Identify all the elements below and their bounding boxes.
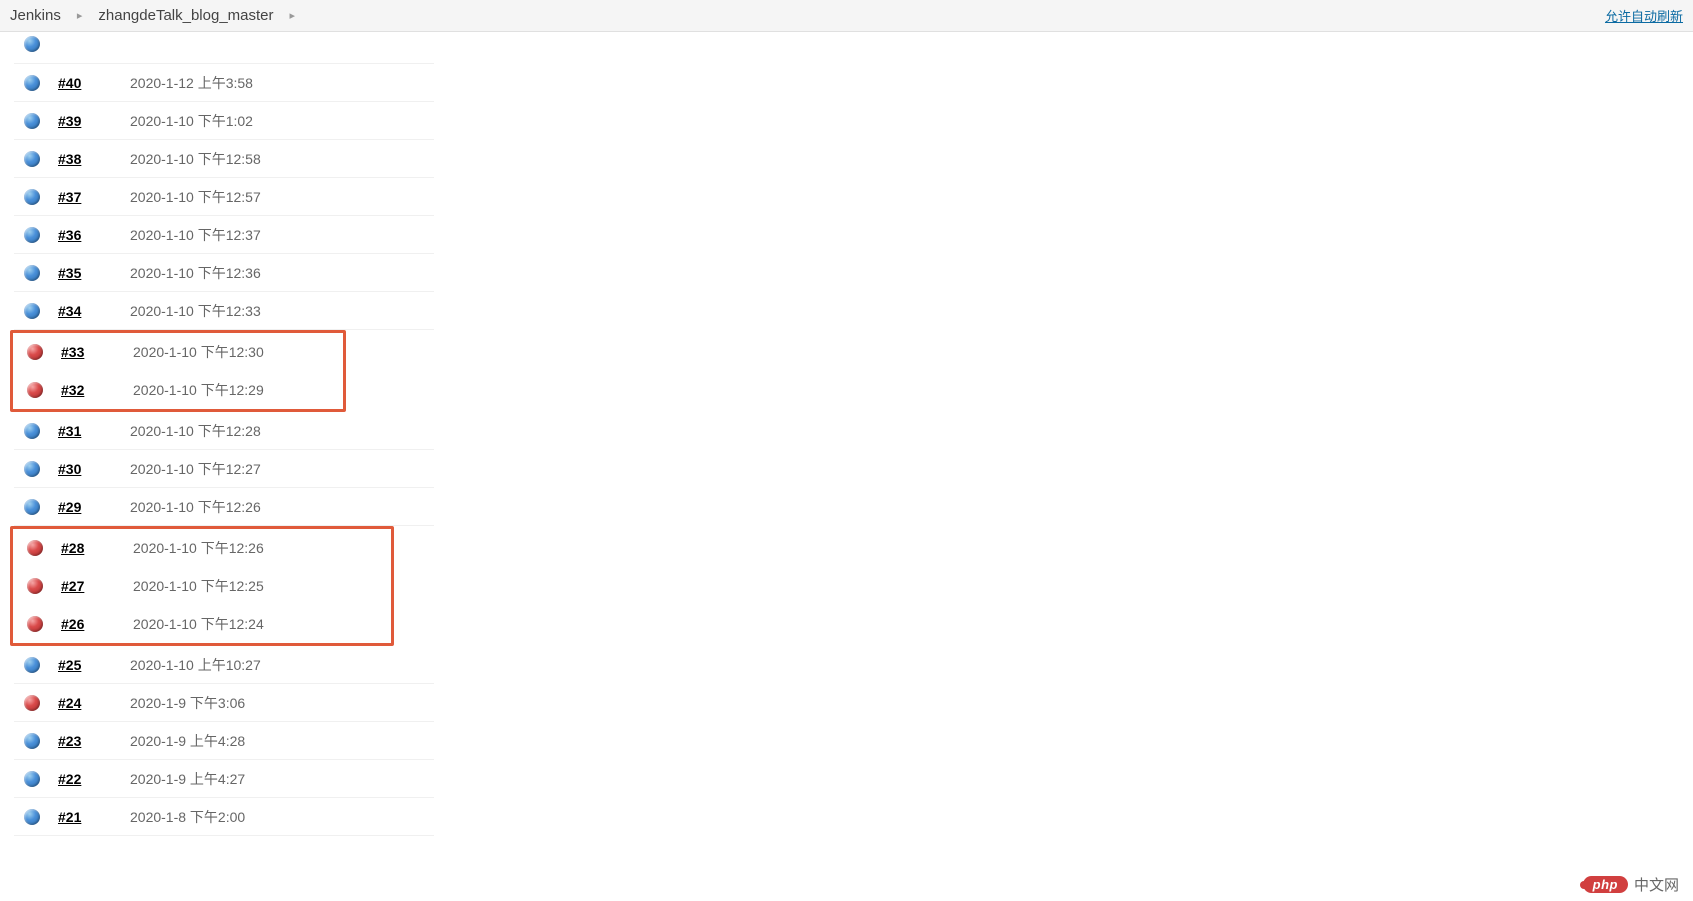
build-number-link[interactable]: #37 bbox=[58, 189, 120, 205]
build-row[interactable]: #22 2020-1-9 上午4:27 bbox=[14, 760, 434, 798]
build-number-link[interactable]: #24 bbox=[58, 695, 120, 711]
build-row[interactable]: #39 2020-1-10 下午1:02 bbox=[14, 102, 434, 140]
build-timestamp: 2020-1-10 上午10:27 bbox=[130, 655, 261, 675]
build-number-link[interactable]: #26 bbox=[61, 616, 123, 632]
status-ball-icon bbox=[24, 151, 40, 167]
status-ball-icon bbox=[24, 809, 40, 825]
build-row[interactable]: #36 2020-1-10 下午12:37 bbox=[14, 216, 434, 254]
watermark-text: 中文网 bbox=[1634, 874, 1679, 895]
build-timestamp: 2020-1-8 下午2:00 bbox=[130, 807, 245, 827]
build-number-link[interactable]: #27 bbox=[61, 578, 123, 594]
breadcrumb-root[interactable]: Jenkins bbox=[10, 7, 61, 24]
build-number-link[interactable]: #22 bbox=[58, 771, 120, 787]
status-ball-icon bbox=[24, 695, 40, 711]
build-timestamp: 2020-1-10 下午12:29 bbox=[133, 380, 264, 400]
build-number-link[interactable]: #28 bbox=[61, 540, 123, 556]
highlight-annotation: #33 2020-1-10 下午12:30 #32 2020-1-10 下午12… bbox=[10, 330, 346, 412]
build-number-link[interactable]: #21 bbox=[58, 809, 120, 825]
build-timestamp: 2020-1-10 下午12:33 bbox=[130, 301, 261, 321]
status-ball-icon bbox=[27, 616, 43, 632]
build-number-link[interactable]: #25 bbox=[58, 657, 120, 673]
breadcrumb: Jenkins ▸ zhangdeTalk_blog_master ▸ bbox=[10, 7, 295, 24]
status-ball-icon bbox=[24, 189, 40, 205]
build-timestamp: 2020-1-10 下午12:36 bbox=[130, 263, 261, 283]
build-timestamp: 2020-1-12 上午3:58 bbox=[130, 73, 253, 93]
build-row[interactable]: #30 2020-1-10 下午12:27 bbox=[14, 450, 434, 488]
build-timestamp: 2020-1-10 下午12:25 bbox=[133, 576, 264, 596]
build-number-link[interactable]: #23 bbox=[58, 733, 120, 749]
build-timestamp: 2020-1-10 下午1:02 bbox=[130, 111, 253, 131]
status-ball-icon bbox=[24, 36, 40, 52]
build-row[interactable]: #28 2020-1-10 下午12:26 bbox=[17, 529, 391, 567]
build-row[interactable]: #25 2020-1-10 上午10:27 bbox=[14, 646, 434, 684]
build-row[interactable]: #38 2020-1-10 下午12:58 bbox=[14, 140, 434, 178]
status-ball-icon bbox=[24, 227, 40, 243]
build-number-link[interactable]: #34 bbox=[58, 303, 120, 319]
build-number-link[interactable]: #39 bbox=[58, 113, 120, 129]
build-timestamp: 2020-1-10 下午12:27 bbox=[130, 459, 261, 479]
status-ball-icon bbox=[27, 344, 43, 360]
build-row[interactable]: #29 2020-1-10 下午12:26 bbox=[14, 488, 434, 526]
status-ball-icon bbox=[27, 578, 43, 594]
build-history-sidebar: #40 2020-1-12 上午3:58 #39 2020-1-10 下午1:0… bbox=[0, 32, 434, 836]
status-ball-icon bbox=[24, 657, 40, 673]
build-row[interactable]: #23 2020-1-9 上午4:28 bbox=[14, 722, 434, 760]
build-timestamp: 2020-1-10 下午12:28 bbox=[130, 421, 261, 441]
build-row[interactable]: #31 2020-1-10 下午12:28 bbox=[14, 412, 434, 450]
build-row-partial bbox=[14, 36, 434, 64]
breadcrumb-bar: Jenkins ▸ zhangdeTalk_blog_master ▸ 允许自动… bbox=[0, 0, 1693, 32]
main-content: #40 2020-1-12 上午3:58 #39 2020-1-10 下午1:0… bbox=[0, 32, 1693, 836]
build-timestamp: 2020-1-10 下午12:26 bbox=[133, 538, 264, 558]
build-timestamp: 2020-1-9 上午4:28 bbox=[130, 731, 245, 751]
status-ball-icon bbox=[24, 113, 40, 129]
auto-refresh-link[interactable]: 允许自动刷新 bbox=[1605, 6, 1683, 25]
build-timestamp: 2020-1-9 上午4:27 bbox=[130, 769, 245, 789]
build-number-link[interactable]: #29 bbox=[58, 499, 120, 515]
build-timestamp: 2020-1-10 下午12:37 bbox=[130, 225, 261, 245]
build-row[interactable]: #26 2020-1-10 下午12:24 bbox=[17, 605, 391, 643]
build-row[interactable]: #34 2020-1-10 下午12:33 bbox=[14, 292, 434, 330]
status-ball-icon bbox=[24, 461, 40, 477]
build-row[interactable]: #27 2020-1-10 下午12:25 bbox=[17, 567, 391, 605]
status-ball-icon bbox=[27, 382, 43, 398]
build-number-link[interactable]: #32 bbox=[61, 382, 123, 398]
chevron-right-icon: ▸ bbox=[77, 9, 83, 22]
build-row[interactable]: #24 2020-1-9 下午3:06 bbox=[14, 684, 434, 722]
php-badge-icon: php bbox=[1583, 876, 1628, 893]
status-ball-icon bbox=[24, 303, 40, 319]
build-timestamp: 2020-1-10 下午12:26 bbox=[130, 497, 261, 517]
build-number-link[interactable]: #31 bbox=[58, 423, 120, 439]
status-ball-icon bbox=[24, 499, 40, 515]
build-row[interactable]: #40 2020-1-12 上午3:58 bbox=[14, 64, 434, 102]
build-number-link[interactable]: #30 bbox=[58, 461, 120, 477]
build-row[interactable]: #21 2020-1-8 下午2:00 bbox=[14, 798, 434, 836]
build-number-link[interactable]: #33 bbox=[61, 344, 123, 360]
status-ball-icon bbox=[27, 540, 43, 556]
status-ball-icon bbox=[24, 733, 40, 749]
build-row[interactable]: #35 2020-1-10 下午12:36 bbox=[14, 254, 434, 292]
build-timestamp: 2020-1-10 下午12:24 bbox=[133, 614, 264, 634]
build-timestamp: 2020-1-10 下午12:58 bbox=[130, 149, 261, 169]
build-timestamp: 2020-1-10 下午12:57 bbox=[130, 187, 261, 207]
status-ball-icon bbox=[24, 423, 40, 439]
build-number-link[interactable]: #36 bbox=[58, 227, 120, 243]
build-number-link[interactable]: #38 bbox=[58, 151, 120, 167]
build-timestamp: 2020-1-9 下午3:06 bbox=[130, 693, 245, 713]
breadcrumb-project[interactable]: zhangdeTalk_blog_master bbox=[98, 7, 273, 24]
highlight-annotation: #28 2020-1-10 下午12:26 #27 2020-1-10 下午12… bbox=[10, 526, 394, 646]
build-number-link[interactable]: #40 bbox=[58, 75, 120, 91]
build-timestamp: 2020-1-10 下午12:30 bbox=[133, 342, 264, 362]
status-ball-icon bbox=[24, 265, 40, 281]
build-number-link[interactable]: #35 bbox=[58, 265, 120, 281]
build-row[interactable]: #33 2020-1-10 下午12:30 bbox=[17, 333, 343, 371]
build-row[interactable]: #37 2020-1-10 下午12:57 bbox=[14, 178, 434, 216]
status-ball-icon bbox=[24, 771, 40, 787]
watermark: php 中文网 bbox=[1583, 874, 1679, 895]
status-ball-icon bbox=[24, 75, 40, 91]
chevron-right-icon: ▸ bbox=[290, 9, 296, 22]
build-row[interactable]: #32 2020-1-10 下午12:29 bbox=[17, 371, 343, 409]
